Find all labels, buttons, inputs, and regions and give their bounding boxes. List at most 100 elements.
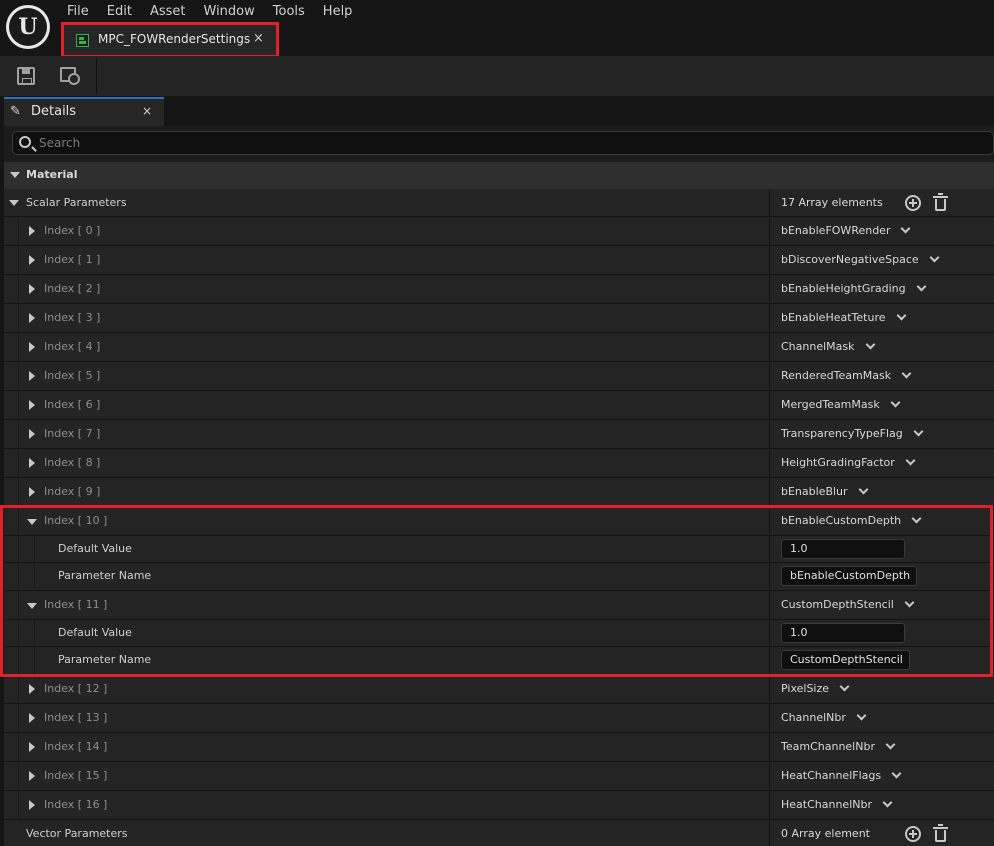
parameter-name-input[interactable]: bEnableCustomDepth — [781, 566, 918, 586]
chevron-down-icon[interactable] — [901, 368, 912, 379]
indent-guide — [34, 620, 35, 646]
expand-arrow-icon[interactable] — [29, 771, 35, 781]
array-index-row[interactable]: Index [ 12 ] PixelSize — [4, 675, 994, 704]
column-divider — [769, 507, 770, 535]
chevron-down-icon[interactable] — [839, 681, 850, 692]
expand-arrow-icon[interactable] — [29, 226, 35, 236]
expand-arrow-icon[interactable] — [29, 800, 35, 810]
array-index-row[interactable]: Index [ 9 ] bEnableBlur — [4, 478, 994, 507]
array-index-row[interactable]: Index [ 11 ] CustomDepthStencil — [4, 591, 994, 620]
array-index-row[interactable]: Index [ 13 ] ChannelNbr — [4, 704, 994, 733]
array-index-row[interactable]: Index [ 0 ] bEnableFOWRender — [4, 217, 994, 246]
collapse-arrow-icon[interactable] — [27, 603, 37, 609]
parameter-name-value: bEnableHeightGrading — [781, 282, 906, 295]
search-input[interactable] — [39, 133, 939, 153]
default-value-input[interactable]: 1.0 — [781, 623, 905, 643]
array-index-row[interactable]: Index [ 3 ] bEnableHeatTeture — [4, 304, 994, 333]
chevron-down-icon[interactable] — [858, 484, 869, 495]
chevron-down-icon[interactable] — [916, 281, 927, 292]
chevron-down-icon[interactable] — [882, 797, 893, 808]
array-index-row[interactable]: Index [ 16 ] HeatChannelNbr — [4, 791, 994, 820]
category-material[interactable]: Material — [4, 162, 994, 189]
indent-guide — [18, 733, 19, 761]
collapse-arrow-icon[interactable] — [27, 519, 37, 525]
array-index-row[interactable]: Index [ 14 ] TeamChannelNbr — [4, 733, 994, 762]
parameter-name-row: Parameter Name CustomDepthStencil — [4, 647, 994, 675]
expand-arrow-icon[interactable] — [29, 713, 35, 723]
expand-arrow-icon[interactable] — [29, 487, 35, 497]
chevron-down-icon[interactable] — [913, 426, 924, 437]
delete-all-icon[interactable] — [933, 193, 948, 211]
details-tab[interactable]: ✎ Details × — [4, 97, 164, 126]
array-index-row[interactable]: Index [ 15 ] HeatChannelFlags — [4, 762, 994, 791]
expand-arrow-icon[interactable] — [29, 458, 35, 468]
expand-arrow-icon[interactable] — [29, 429, 35, 439]
toolbar — [0, 56, 994, 96]
array-index-row[interactable]: Index [ 4 ] ChannelMask — [4, 333, 994, 362]
asset-tab[interactable]: MPC_FOWRenderSettings × — [61, 22, 279, 58]
close-tab-button[interactable]: × — [253, 31, 264, 46]
expand-arrow-icon[interactable] — [29, 371, 35, 381]
collapse-arrow-icon[interactable] — [9, 200, 19, 206]
expand-arrow-icon[interactable] — [29, 342, 35, 352]
unreal-logo-icon[interactable]: U — [6, 5, 50, 49]
column-divider — [769, 563, 770, 590]
default-value-input[interactable]: 1.0 — [781, 539, 905, 559]
index-label: Index [ 15 ] — [44, 769, 108, 782]
array-index-row[interactable]: Index [ 1 ] bDiscoverNegativeSpace — [4, 246, 994, 275]
menu-edit[interactable]: Edit — [98, 2, 141, 22]
index-label: Index [ 7 ] — [44, 427, 101, 440]
expand-arrow-icon[interactable] — [29, 284, 35, 294]
array-index-row[interactable]: Index [ 8 ] HeightGradingFactor — [4, 449, 994, 478]
array-index-row[interactable]: Index [ 7 ] TransparencyTypeFlag — [4, 420, 994, 449]
add-element-icon[interactable] — [905, 195, 921, 211]
expand-arrow-icon[interactable] — [29, 313, 35, 323]
array-index-row[interactable]: Index [ 5 ] RenderedTeamMask — [4, 362, 994, 391]
chevron-down-icon[interactable] — [905, 455, 916, 466]
chevron-down-icon[interactable] — [891, 768, 902, 779]
expand-arrow-icon[interactable] — [29, 742, 35, 752]
editor-window: U File Edit Asset Window Tools Help MPC_… — [0, 0, 994, 846]
chevron-down-icon[interactable] — [856, 710, 867, 721]
collapse-arrow-icon[interactable] — [10, 172, 20, 178]
index-label: Index [ 6 ] — [44, 398, 101, 411]
chevron-down-icon[interactable] — [911, 513, 922, 524]
chevron-down-icon[interactable] — [929, 252, 940, 263]
browse-to-asset-icon[interactable] — [60, 67, 80, 85]
parameter-name-input[interactable]: CustomDepthStencil — [781, 650, 910, 670]
vector-parameters-row[interactable]: Vector Parameters 0 Array element — [4, 820, 994, 846]
parameter-name-row: Parameter Name bEnableCustomDepth — [4, 563, 994, 591]
parameter-name-value: HeatChannelNbr — [781, 798, 872, 811]
menu-bar: File Edit Asset Window Tools Help — [58, 2, 361, 22]
array-index-row[interactable]: Index [ 2 ] bEnableHeightGrading — [4, 275, 994, 304]
chevron-down-icon[interactable] — [890, 397, 901, 408]
chevron-down-icon[interactable] — [901, 223, 911, 234]
default-value-row: Default Value 1.0 — [4, 536, 994, 563]
save-icon[interactable] — [17, 67, 35, 85]
menu-asset[interactable]: Asset — [141, 2, 195, 22]
chevron-down-icon[interactable] — [865, 339, 875, 350]
menu-tools[interactable]: Tools — [264, 2, 314, 22]
column-divider — [769, 791, 770, 819]
menu-help[interactable]: Help — [314, 2, 362, 22]
close-details-button[interactable]: × — [142, 104, 152, 118]
scalar-parameters-row[interactable]: Scalar Parameters 17 Array elements — [4, 189, 994, 217]
indent-guide — [34, 647, 35, 674]
chevron-down-icon[interactable] — [904, 597, 915, 608]
parameter-name-value: RenderedTeamMask — [781, 369, 892, 382]
menu-window[interactable]: Window — [195, 2, 264, 22]
expand-arrow-icon[interactable] — [29, 255, 35, 265]
parameter-name-value: PixelSize — [781, 682, 830, 695]
delete-all-icon[interactable] — [933, 824, 948, 842]
column-divider — [769, 275, 770, 303]
add-element-icon[interactable] — [905, 826, 921, 842]
index-label: Index [ 12 ] — [44, 682, 108, 695]
chevron-down-icon[interactable] — [896, 310, 906, 321]
expand-arrow-icon[interactable] — [29, 684, 35, 694]
array-index-row[interactable]: Index [ 6 ] MergedTeamMask — [4, 391, 994, 420]
menu-file[interactable]: File — [58, 2, 98, 22]
index-label: Index [ 0 ] — [44, 224, 101, 237]
array-index-row[interactable]: Index [ 10 ] bEnableCustomDepth — [4, 507, 994, 536]
chevron-down-icon[interactable] — [885, 739, 896, 750]
expand-arrow-icon[interactable] — [29, 400, 35, 410]
